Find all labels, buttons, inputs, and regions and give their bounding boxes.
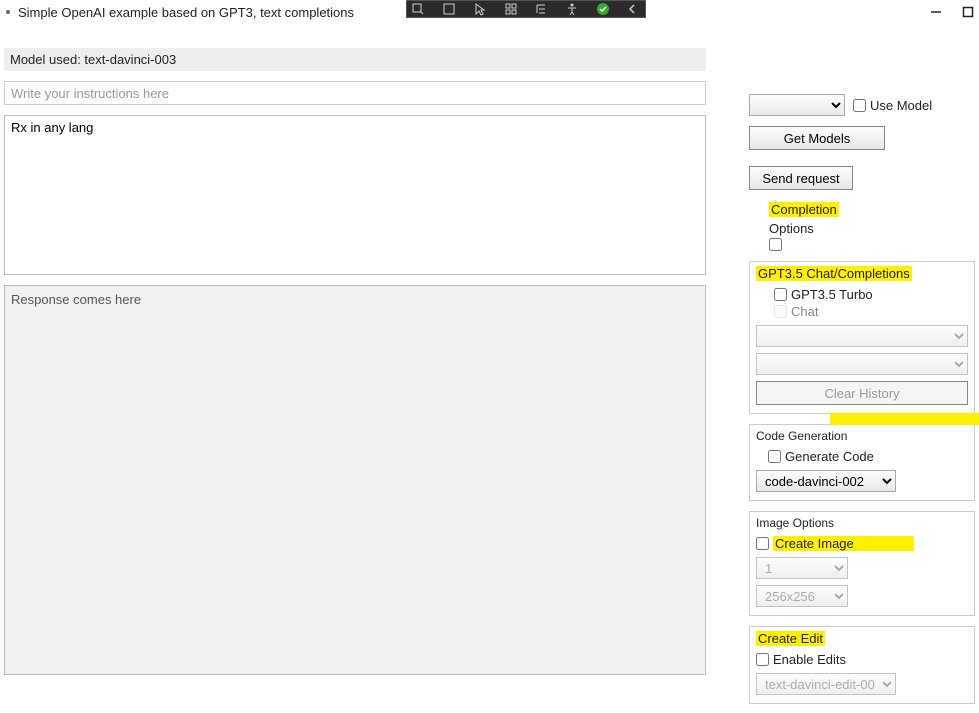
enable-edits-label: Enable Edits: [773, 652, 846, 667]
code-model-select[interactable]: code-davinci-002: [756, 470, 896, 492]
gpt35-turbo-checkbox[interactable]: GPT3.5 Turbo: [774, 287, 968, 302]
title-bullet-icon: [6, 10, 10, 14]
code-generation-heading: Code Generation: [756, 429, 968, 443]
chat-checkbox[interactable]: Chat: [774, 304, 968, 319]
completion-group: Completion Options: [749, 202, 975, 251]
get-models-button[interactable]: Get Models: [749, 126, 885, 150]
prompt-textarea[interactable]: [4, 115, 706, 275]
enable-edits-checkbox[interactable]: Enable Edits: [756, 652, 968, 667]
gpt35-group: GPT3.5 Chat/Completions GPT3.5 Turbo Cha…: [749, 261, 975, 414]
layout-icon[interactable]: [442, 2, 456, 16]
a11y-icon[interactable]: [565, 2, 579, 16]
edit-model-select: text-davinci-edit-001: [756, 673, 896, 695]
chat-label: Chat: [791, 304, 818, 319]
generate-code-checkbox[interactable]: Generate Code: [756, 449, 968, 464]
tree-icon[interactable]: [534, 2, 548, 16]
model-select[interactable]: [749, 94, 845, 116]
code-generation-group: Code Generation Generate Code code-davin…: [749, 424, 975, 501]
window-title: Simple OpenAI example based on GPT3, tex…: [18, 5, 354, 20]
create-edit-heading: Create Edit: [756, 631, 825, 646]
cursor-icon[interactable]: [473, 2, 487, 16]
use-model-checkbox[interactable]: Use Model: [853, 98, 932, 113]
model-used-label: Model used: text-davinci-003: [4, 48, 706, 71]
completion-heading: Completion: [769, 202, 839, 217]
create-image-checkbox[interactable]: Create Image: [756, 536, 968, 551]
generate-code-label: Generate Code: [785, 449, 874, 464]
create-edit-group: Create Edit Enable Edits text-davinci-ed…: [749, 626, 975, 704]
image-count-select: 1: [756, 557, 848, 579]
instructions-input[interactable]: [4, 81, 706, 105]
grid-icon[interactable]: [504, 2, 518, 16]
check-ok-icon[interactable]: [596, 2, 610, 16]
image-size-select: 256x256: [756, 585, 848, 607]
clear-history-button[interactable]: Clear History: [756, 381, 968, 405]
maximize-button[interactable]: [961, 5, 975, 19]
send-request-button[interactable]: Send request: [749, 166, 853, 190]
image-options-heading: Image Options: [756, 516, 968, 530]
debug-toolbar: [406, 0, 646, 18]
gpt35-select-1: [756, 325, 968, 347]
use-model-label: Use Model: [870, 98, 932, 113]
select-element-icon[interactable]: [411, 2, 425, 16]
gpt35-heading: GPT3.5 Chat/Completions: [756, 266, 912, 281]
highlight-swoosh-icon: [830, 413, 979, 425]
gpt35-turbo-label: GPT3.5 Turbo: [791, 287, 873, 302]
options-checkbox[interactable]: [769, 238, 975, 251]
options-label: Options: [769, 221, 975, 236]
image-options-group: Image Options Create Image 1 256x256: [749, 511, 975, 616]
create-image-label: Create Image: [773, 536, 914, 551]
minimize-button[interactable]: [929, 5, 943, 19]
gpt35-select-2: [756, 353, 968, 375]
chevron-left-icon[interactable]: [627, 2, 641, 16]
response-output: Response comes here: [4, 285, 706, 675]
